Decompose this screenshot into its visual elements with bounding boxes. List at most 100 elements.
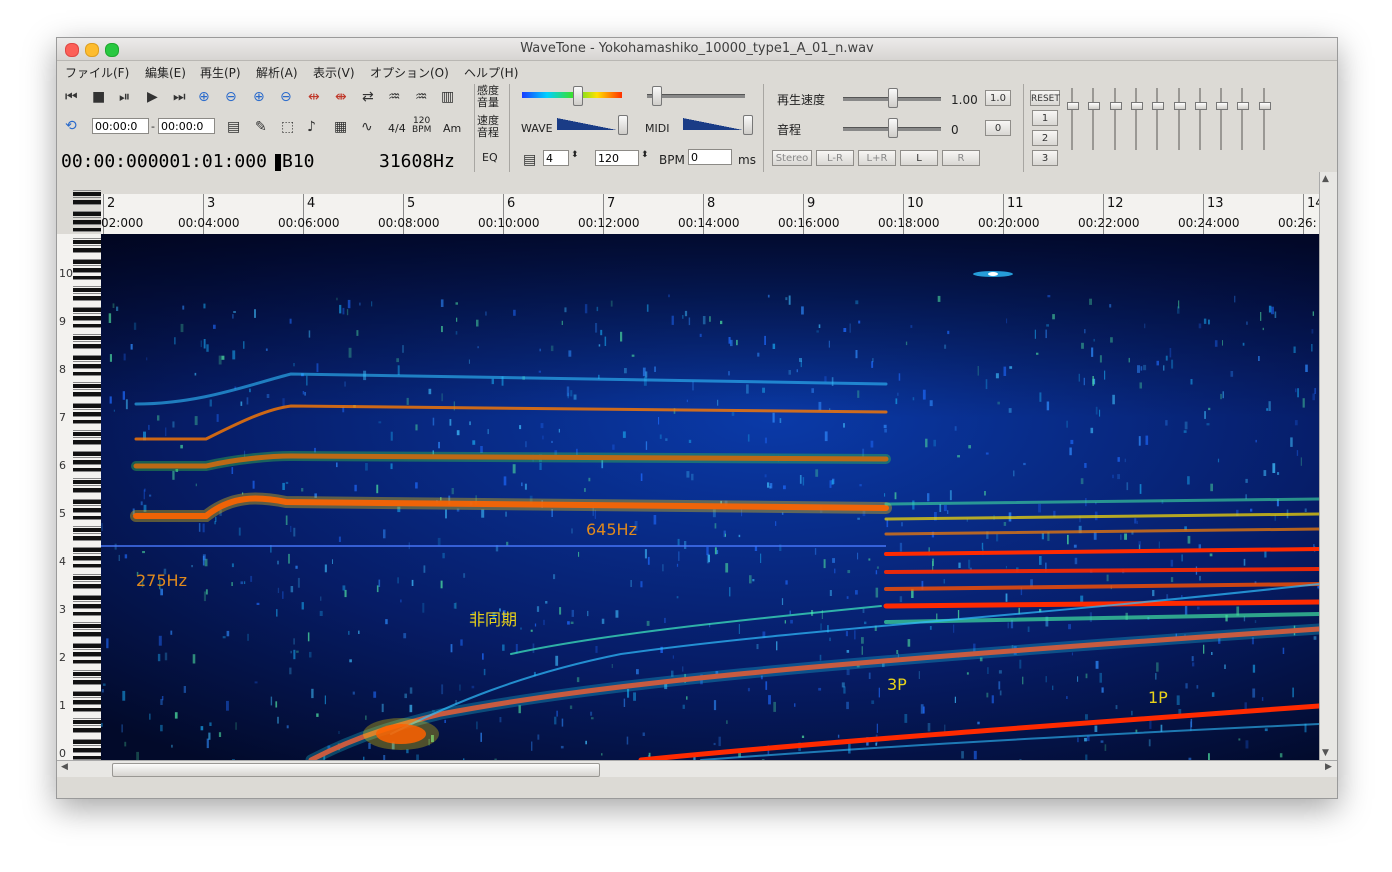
loop-icon[interactable]: ⟲ bbox=[65, 118, 77, 134]
channel-l-minus-r-button[interactable]: L-R bbox=[816, 150, 854, 166]
piano-black-key[interactable] bbox=[73, 384, 101, 388]
channel-stereo-button[interactable]: Stereo bbox=[772, 150, 812, 166]
note-icon[interactable]: ♪ bbox=[307, 119, 316, 135]
pitch-reset-button[interactable]: 0 bbox=[985, 120, 1011, 136]
time-ruler[interactable]: 2 3 4 5 6 7 8 9 10 11 12 13 14 02:000 00:04:000 00:06:0… bbox=[101, 194, 1319, 235]
pause-icon[interactable]: ⏯ bbox=[119, 89, 130, 105]
zoom-in-vertical-icon[interactable]: ⊕ bbox=[253, 89, 265, 105]
scroll-down-icon[interactable]: ▼ bbox=[1322, 748, 1329, 758]
piano-black-key[interactable] bbox=[73, 548, 101, 552]
piano-black-key[interactable] bbox=[73, 336, 101, 340]
waveform-icon[interactable]: ♒ bbox=[415, 89, 428, 105]
sensitivity-slider[interactable] bbox=[572, 86, 583, 106]
eq-band-slider[interactable] bbox=[1216, 88, 1229, 150]
piano-black-key[interactable] bbox=[73, 240, 101, 244]
wave-slider[interactable] bbox=[618, 115, 628, 135]
piano-black-key[interactable] bbox=[73, 452, 101, 456]
piano-black-key[interactable] bbox=[73, 596, 101, 600]
key-signature[interactable]: Am bbox=[443, 123, 461, 135]
menu-edit[interactable]: 編集(E) bbox=[145, 64, 186, 81]
piano-black-key[interactable] bbox=[73, 500, 101, 504]
menu-play[interactable]: 再生(P) bbox=[200, 64, 241, 81]
eq-band-slider[interactable] bbox=[1152, 88, 1165, 150]
menu-view[interactable]: 表示(V) bbox=[313, 64, 355, 81]
select-rect-icon[interactable]: ⬚ bbox=[281, 119, 294, 135]
expand-icon[interactable]: ⇹ bbox=[308, 89, 320, 105]
piano-black-key[interactable] bbox=[73, 644, 101, 648]
beats-input[interactable]: 4 bbox=[543, 150, 569, 166]
piano-black-key[interactable] bbox=[73, 672, 101, 676]
pen-icon[interactable]: ✎ bbox=[255, 119, 267, 135]
piano-black-key[interactable] bbox=[73, 740, 101, 744]
scroll-right-icon[interactable]: ▶ bbox=[1325, 762, 1332, 772]
beats-spinner-icon[interactable]: ⬍ bbox=[571, 149, 579, 161]
channel-l-plus-r-button[interactable]: L+R bbox=[858, 150, 896, 166]
eq-band-slider[interactable] bbox=[1130, 88, 1143, 150]
eq-preset-2-button[interactable]: 2 bbox=[1032, 130, 1058, 146]
scroll-left-icon[interactable]: ◀ bbox=[61, 762, 68, 772]
piano-roll-icon[interactable]: ♒ bbox=[388, 89, 401, 105]
menu-options[interactable]: オプション(O) bbox=[370, 64, 449, 81]
swap-icon[interactable]: ⇄ bbox=[362, 89, 374, 105]
spectrogram-view[interactable]: 275Hz 645Hz 非同期 3P 1P bbox=[101, 234, 1319, 760]
eq-band-slider[interactable] bbox=[1173, 88, 1186, 150]
fast-forward-icon[interactable]: ⏭ bbox=[173, 89, 186, 105]
menu-help[interactable]: ヘルプ(H) bbox=[464, 64, 518, 81]
piano-black-key[interactable] bbox=[73, 720, 101, 724]
eq-reset-button[interactable]: RESET bbox=[1030, 90, 1060, 106]
piano-black-key[interactable] bbox=[73, 480, 101, 484]
speed-reset-button[interactable]: 1.0 bbox=[985, 90, 1011, 106]
piano-black-key[interactable] bbox=[73, 624, 101, 628]
score-icon[interactable]: ▥ bbox=[441, 89, 454, 105]
eq-preset-3-button[interactable]: 3 bbox=[1032, 150, 1058, 166]
piano-black-key[interactable] bbox=[73, 260, 101, 264]
eq-preset-1-button[interactable]: 1 bbox=[1032, 110, 1058, 126]
bpm-input[interactable]: 120 bbox=[595, 150, 639, 166]
piano-black-key[interactable] bbox=[73, 404, 101, 408]
grid-icon[interactable]: ▦ bbox=[334, 119, 347, 135]
curve-icon[interactable]: ∿ bbox=[361, 119, 373, 135]
rewind-icon[interactable]: ⏮ bbox=[65, 89, 78, 105]
piano-keyboard[interactable]: 10 9 8 7 6 5 4 3 2 1 0 bbox=[57, 190, 102, 761]
menu-analyze[interactable]: 解析(A) bbox=[256, 64, 298, 81]
eq-band-slider[interactable] bbox=[1088, 88, 1101, 150]
vertical-scrollbar[interactable]: ▲ ▼ bbox=[1319, 172, 1337, 760]
piano-black-key[interactable] bbox=[73, 692, 101, 696]
layout-icon[interactable]: ▤ bbox=[227, 119, 240, 135]
midi-slider[interactable] bbox=[743, 115, 753, 135]
zoom-in-horizontal-icon[interactable]: ⊕ bbox=[198, 89, 210, 105]
bpm-spinner-icon[interactable]: ⬍ bbox=[641, 149, 649, 161]
piano-black-key[interactable] bbox=[73, 308, 101, 312]
play-icon[interactable]: ▶ bbox=[147, 89, 158, 105]
scroll-up-icon[interactable]: ▲ bbox=[1322, 174, 1329, 184]
offset-input[interactable]: 0 bbox=[688, 149, 732, 165]
stop-icon[interactable]: ■ bbox=[92, 89, 105, 105]
speed-slider[interactable] bbox=[888, 88, 898, 108]
piano-black-key[interactable] bbox=[73, 192, 101, 196]
zoom-out-vertical-icon[interactable]: ⊖ bbox=[280, 89, 292, 105]
channel-left-button[interactable]: L bbox=[900, 150, 938, 166]
eq-band-slider[interactable] bbox=[1109, 88, 1122, 150]
zoom-out-horizontal-icon[interactable]: ⊖ bbox=[225, 89, 237, 105]
eq-band-slider[interactable] bbox=[1237, 88, 1250, 150]
piano-black-key[interactable] bbox=[73, 356, 101, 360]
piano-black-key[interactable] bbox=[73, 528, 101, 532]
loop-end-input[interactable]: 00:00:0 bbox=[158, 118, 215, 134]
eq-band-slider[interactable] bbox=[1067, 88, 1079, 150]
horizontal-scroll-thumb[interactable] bbox=[112, 763, 600, 777]
eq-label[interactable]: EQ bbox=[482, 152, 498, 164]
loop-start-input[interactable]: 00:00:0 bbox=[92, 118, 149, 134]
piano-black-key[interactable] bbox=[73, 576, 101, 580]
piano-black-key[interactable] bbox=[73, 288, 101, 292]
horizontal-scrollbar[interactable]: ◀ ▶ bbox=[57, 760, 1337, 777]
menu-file[interactable]: ファイル(F) bbox=[65, 64, 129, 81]
volume-slider[interactable] bbox=[651, 86, 662, 106]
piano-black-key[interactable] bbox=[73, 212, 101, 216]
collapse-icon[interactable]: ⇼ bbox=[335, 89, 347, 105]
eq-band-slider[interactable] bbox=[1194, 88, 1207, 150]
piano-black-key[interactable] bbox=[73, 432, 101, 436]
channel-right-button[interactable]: R bbox=[942, 150, 980, 166]
time-signature[interactable]: 4/4 bbox=[388, 123, 406, 135]
eq-band-slider[interactable] bbox=[1258, 88, 1271, 150]
pitch-slider[interactable] bbox=[888, 118, 898, 138]
